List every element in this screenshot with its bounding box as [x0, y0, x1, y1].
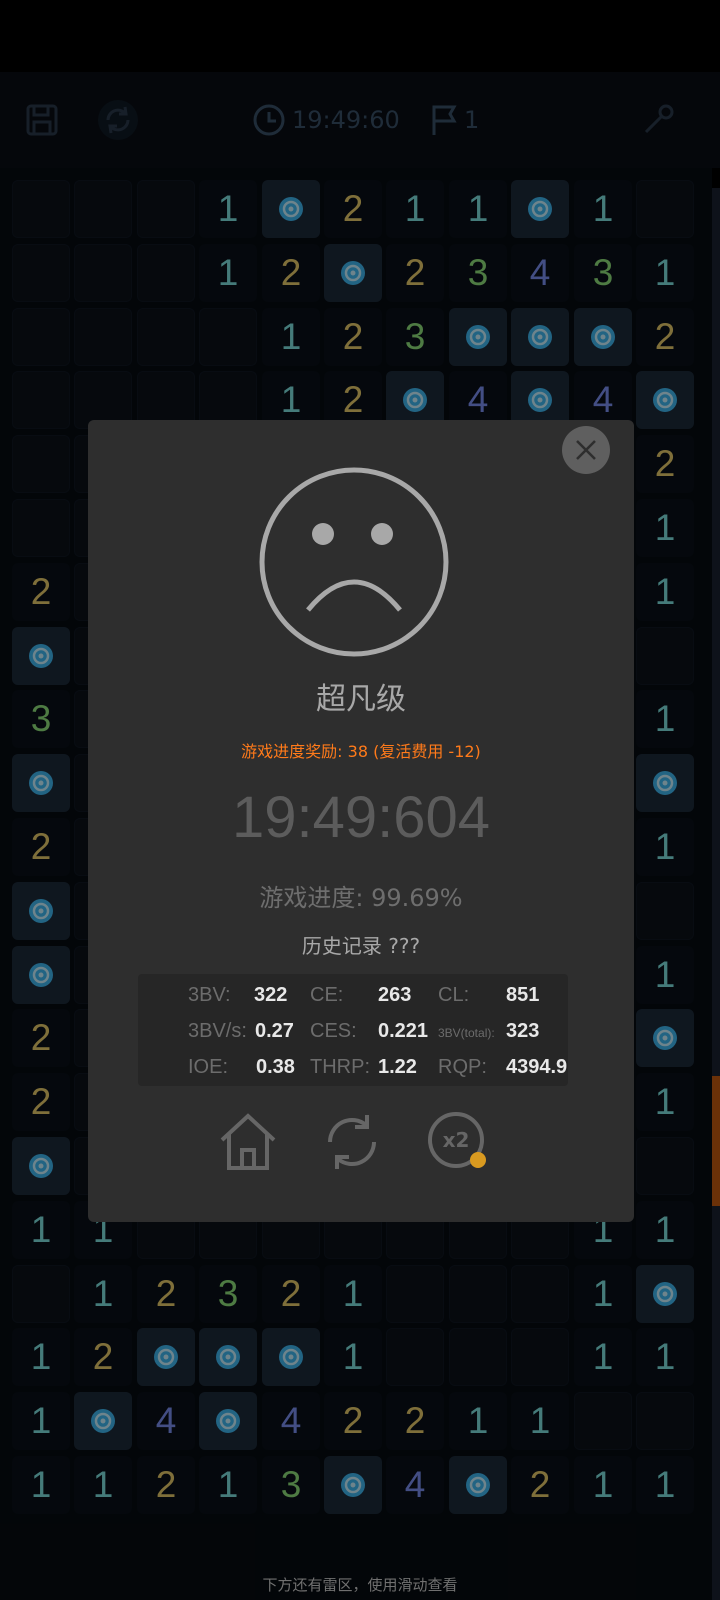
stat-value: 322: [254, 984, 288, 1006]
home-icon: [220, 1113, 276, 1170]
stat-label: 3BV/s:: [188, 1020, 247, 1042]
rank-title: 超凡级: [316, 682, 406, 717]
bottom-hint: 下方还有雷区，使用滑动查看: [262, 1576, 458, 1594]
stat-label: THRP:: [310, 1056, 370, 1078]
home-button[interactable]: [216, 1110, 280, 1174]
restart-icon: [327, 1115, 377, 1169]
stat-value: 851: [506, 984, 540, 1006]
stat-label: CL:: [438, 984, 470, 1006]
stat-value: 0.27: [255, 1020, 294, 1042]
close-icon: [576, 440, 596, 460]
double-reward-button[interactable]: x2: [426, 1110, 490, 1174]
stat-label: CES:: [310, 1020, 357, 1042]
stats-panel: 3BV: 322 CE: 263 CL: 851 3BV/s: 0.27 CES…: [138, 974, 568, 1086]
final-time: 19:49:604: [231, 785, 491, 850]
close-button[interactable]: [562, 426, 610, 474]
double-reward-icon: x2: [428, 1112, 486, 1168]
reward-text: 游戏进度奖励: 38 (复活费用 -12): [241, 742, 481, 761]
stat-value: 263: [378, 984, 412, 1006]
game-progress: 游戏进度: 99.69%: [259, 884, 463, 912]
sad-face-icon: [259, 467, 449, 657]
stat-value: 4394.9: [506, 1056, 568, 1078]
history-record: 历史记录 ???: [301, 934, 421, 958]
stat-value: 0.38: [256, 1056, 295, 1078]
double-reward-label: x2: [443, 1128, 470, 1152]
game-over-dialog: 超凡级 游戏进度奖励: 38 (复活费用 -12) 19:49:604 游戏进度…: [88, 420, 634, 1222]
stat-label: 3BV(total):: [438, 1026, 495, 1040]
stat-value: 1.22: [378, 1056, 417, 1078]
stat-label: IOE:: [188, 1056, 229, 1078]
stat-value: 0.221: [378, 1020, 429, 1042]
status-bar: [0, 0, 720, 72]
stat-label: CE:: [310, 984, 344, 1006]
restart-button[interactable]: [320, 1110, 384, 1174]
stat-label: 3BV:: [188, 984, 231, 1006]
stat-value: 323: [506, 1020, 540, 1042]
stat-label: RQP:: [438, 1056, 487, 1078]
